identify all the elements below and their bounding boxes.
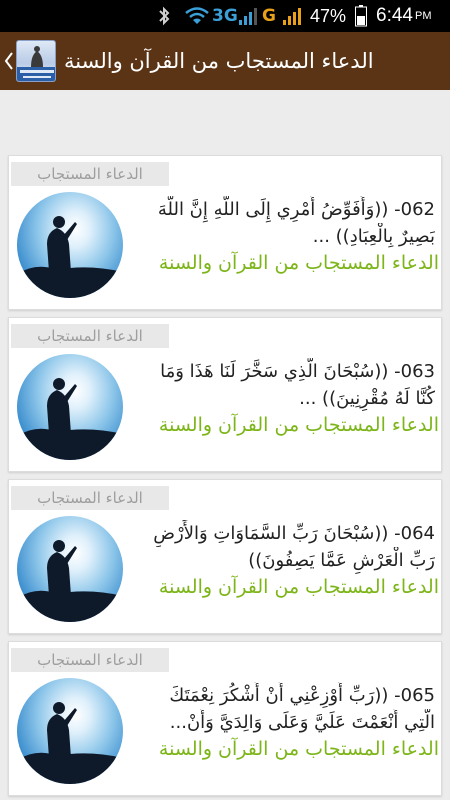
dua-text: 062- ((وَأُفَوِّضُ أَمْرِي إِلَى اللَّهِ… bbox=[135, 196, 435, 250]
clock-suffix: PM bbox=[414, 10, 432, 22]
dua-text-line: كُنَّا لَهُ مُقْرِنِينَ)) ... bbox=[299, 388, 435, 409]
dua-subtitle: الدعاء المستجاب من القرآن والسنة bbox=[158, 576, 439, 598]
list-item[interactable]: الدعاء المستجاب 062- ((وَأُفَوِّضُ أَمْر… bbox=[8, 155, 442, 310]
list-item[interactable]: الدعاء المستجاب 065- ((رَبِّ أَوْزِعْنِي… bbox=[8, 641, 442, 796]
thumbnail bbox=[17, 678, 123, 784]
category-tag: الدعاء المستجاب bbox=[11, 648, 169, 672]
dua-text-line: الَّتِي أَنْعَمْتَ عَلَيَّ وَعَلَى وَالِ… bbox=[169, 712, 435, 733]
wifi-icon bbox=[184, 0, 210, 32]
dua-text-line: 065- ((رَبِّ أَوْزِعْنِي أَنْ أَشْكُرَ ن… bbox=[169, 685, 435, 706]
category-tag: الدعاء المستجاب bbox=[11, 162, 169, 186]
thumbnail bbox=[17, 516, 123, 622]
dua-text: 064- ((سُبْحَانَ رَبِّ السَّمَاوَاتِ وَا… bbox=[135, 520, 435, 574]
signal-icon bbox=[238, 0, 258, 32]
clock-time: 6:44 bbox=[376, 5, 413, 26]
action-bar: الدعاء المستجاب من القرآن والسنة bbox=[0, 32, 450, 90]
clock: 6:44 PM bbox=[376, 0, 431, 32]
battery-icon bbox=[355, 0, 367, 32]
signal-icon bbox=[282, 0, 304, 32]
thumbnail bbox=[17, 192, 123, 298]
category-tag: الدعاء المستجاب bbox=[11, 486, 169, 510]
battery-percent: 47% bbox=[310, 5, 347, 26]
bluetooth-icon bbox=[157, 0, 173, 32]
status-bar: 3G G 47% 6:44 PM bbox=[0, 0, 450, 32]
list-item[interactable]: الدعاء المستجاب 064- ((سُبْحَانَ رَبِّ ا… bbox=[8, 479, 442, 634]
dua-text-line: رَبِّ الْعَرْشِ عَمَّا يَصِفُونَ)) bbox=[248, 550, 435, 571]
dua-text-line: 063- ((سُبْحَانَ الَّذِي سَخَّرَ لَنَا ه… bbox=[160, 361, 435, 382]
thumbnail bbox=[17, 354, 123, 460]
dua-subtitle: الدعاء المستجاب من القرآن والسنة bbox=[158, 414, 439, 436]
network-3g-label: 3G bbox=[212, 6, 238, 26]
app-logo[interactable] bbox=[16, 40, 56, 82]
chevron-left-icon[interactable] bbox=[4, 50, 14, 72]
dua-text-line: 064- ((سُبْحَانَ رَبِّ السَّمَاوَاتِ وَا… bbox=[153, 523, 435, 544]
dua-text: 065- ((رَبِّ أَوْزِعْنِي أَنْ أَشْكُرَ ن… bbox=[135, 682, 435, 736]
dua-subtitle: الدعاء المستجاب من القرآن والسنة bbox=[158, 738, 439, 760]
app-title: الدعاء المستجاب من القرآن والسنة bbox=[64, 49, 374, 73]
network-g-label: G bbox=[262, 6, 276, 26]
list-item[interactable]: الدعاء المستجاب 063- ((سُبْحَانَ الَّذِي… bbox=[8, 317, 442, 472]
dua-text: 063- ((سُبْحَانَ الَّذِي سَخَّرَ لَنَا ه… bbox=[135, 358, 435, 412]
dua-subtitle: الدعاء المستجاب من القرآن والسنة bbox=[158, 252, 439, 274]
category-tag: الدعاء المستجاب bbox=[11, 324, 169, 348]
dua-text-line: بَصِيرٌ بِالْعِبَادِ)) ... bbox=[312, 226, 435, 247]
dua-text-line: 062- ((وَأُفَوِّضُ أَمْرِي إِلَى اللَّهِ… bbox=[157, 199, 435, 220]
